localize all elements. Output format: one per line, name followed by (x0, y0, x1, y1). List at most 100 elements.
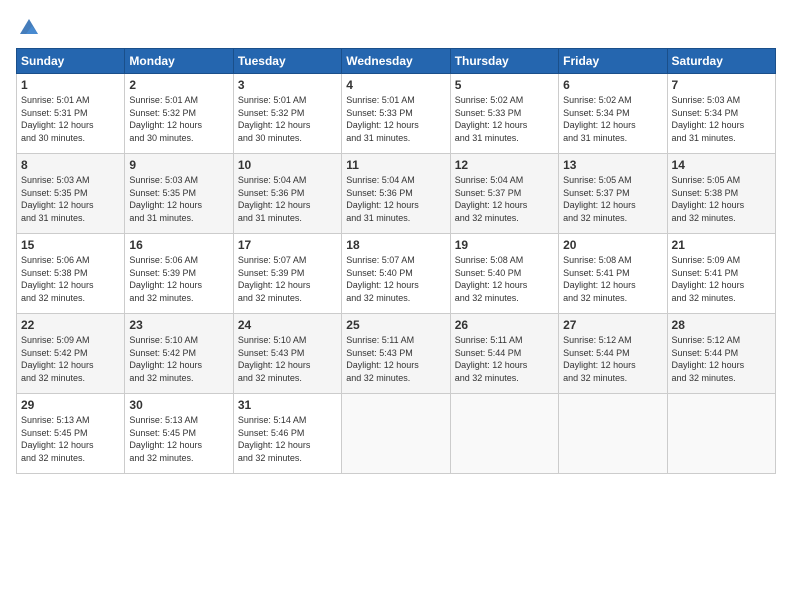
calendar-cell (342, 394, 450, 474)
day-number: 22 (21, 318, 120, 332)
day-number: 14 (672, 158, 771, 172)
day-info: Sunrise: 5:12 AM Sunset: 5:44 PM Dayligh… (563, 334, 662, 384)
day-info: Sunrise: 5:10 AM Sunset: 5:42 PM Dayligh… (129, 334, 228, 384)
day-number: 18 (346, 238, 445, 252)
calendar-cell: 1 Sunrise: 5:01 AM Sunset: 5:31 PM Daylig… (17, 74, 125, 154)
day-number: 3 (238, 78, 337, 92)
header-friday: Friday (559, 49, 667, 74)
day-info: Sunrise: 5:11 AM Sunset: 5:44 PM Dayligh… (455, 334, 554, 384)
day-number: 30 (129, 398, 228, 412)
calendar-cell: 22 Sunrise: 5:09 AM Sunset: 5:42 PM Dayli… (17, 314, 125, 394)
day-info: Sunrise: 5:13 AM Sunset: 5:45 PM Dayligh… (21, 414, 120, 464)
day-number: 15 (21, 238, 120, 252)
header-monday: Monday (125, 49, 233, 74)
day-info: Sunrise: 5:11 AM Sunset: 5:43 PM Dayligh… (346, 334, 445, 384)
header-wednesday: Wednesday (342, 49, 450, 74)
day-number: 2 (129, 78, 228, 92)
day-info: Sunrise: 5:13 AM Sunset: 5:45 PM Dayligh… (129, 414, 228, 464)
calendar-cell: 6 Sunrise: 5:02 AM Sunset: 5:34 PM Daylig… (559, 74, 667, 154)
day-number: 11 (346, 158, 445, 172)
calendar-cell: 17 Sunrise: 5:07 AM Sunset: 5:39 PM Dayli… (233, 234, 341, 314)
calendar-cell: 15 Sunrise: 5:06 AM Sunset: 5:38 PM Dayli… (17, 234, 125, 314)
calendar-cell: 5Sunrise: 5:02 AM Sunset: 5:33 PM Daylig… (450, 74, 558, 154)
day-number: 19 (455, 238, 554, 252)
day-info: Sunrise: 5:02 AM Sunset: 5:34 PM Dayligh… (563, 94, 662, 144)
calendar-cell: 3Sunrise: 5:01 AM Sunset: 5:32 PM Daylig… (233, 74, 341, 154)
calendar-cell: 16Sunrise: 5:06 AM Sunset: 5:39 PM Dayli… (125, 234, 233, 314)
day-number: 4 (346, 78, 445, 92)
day-info: Sunrise: 5:09 AM Sunset: 5:41 PM Dayligh… (672, 254, 771, 304)
day-info: Sunrise: 5:02 AM Sunset: 5:33 PM Dayligh… (455, 94, 554, 144)
calendar-cell: 20Sunrise: 5:08 AM Sunset: 5:41 PM Dayli… (559, 234, 667, 314)
calendar-cell: 21 Sunrise: 5:09 AM Sunset: 5:41 PM Dayli… (667, 234, 775, 314)
calendar-cell: 7 Sunrise: 5:03 AM Sunset: 5:34 PM Daylig… (667, 74, 775, 154)
page-container: SundayMondayTuesdayWednesdayThursdayFrid… (0, 0, 792, 484)
day-info: Sunrise: 5:05 AM Sunset: 5:37 PM Dayligh… (563, 174, 662, 224)
calendar-cell: 14 Sunrise: 5:05 AM Sunset: 5:38 PM Dayli… (667, 154, 775, 234)
day-number: 17 (238, 238, 337, 252)
calendar-week-4: 22 Sunrise: 5:09 AM Sunset: 5:42 PM Dayli… (17, 314, 776, 394)
header-tuesday: Tuesday (233, 49, 341, 74)
day-number: 7 (672, 78, 771, 92)
calendar-week-2: 8Sunrise: 5:03 AM Sunset: 5:35 PM Daylig… (17, 154, 776, 234)
day-info: Sunrise: 5:06 AM Sunset: 5:38 PM Dayligh… (21, 254, 120, 304)
calendar-cell: 8Sunrise: 5:03 AM Sunset: 5:35 PM Daylig… (17, 154, 125, 234)
calendar-cell: 30 Sunrise: 5:13 AM Sunset: 5:45 PM Dayli… (125, 394, 233, 474)
day-info: Sunrise: 5:01 AM Sunset: 5:33 PM Dayligh… (346, 94, 445, 144)
day-number: 13 (563, 158, 662, 172)
calendar-cell: 12 Sunrise: 5:04 AM Sunset: 5:37 PM Dayli… (450, 154, 558, 234)
calendar-week-1: 1 Sunrise: 5:01 AM Sunset: 5:31 PM Daylig… (17, 74, 776, 154)
day-number: 29 (21, 398, 120, 412)
day-info: Sunrise: 5:03 AM Sunset: 5:34 PM Dayligh… (672, 94, 771, 144)
calendar-cell: 28 Sunrise: 5:12 AM Sunset: 5:44 PM Dayli… (667, 314, 775, 394)
day-number: 12 (455, 158, 554, 172)
day-number: 26 (455, 318, 554, 332)
calendar-cell: 24Sunrise: 5:10 AM Sunset: 5:43 PM Dayli… (233, 314, 341, 394)
day-info: Sunrise: 5:08 AM Sunset: 5:40 PM Dayligh… (455, 254, 554, 304)
day-number: 1 (21, 78, 120, 92)
day-info: Sunrise: 5:03 AM Sunset: 5:35 PM Dayligh… (129, 174, 228, 224)
header (16, 16, 776, 38)
calendar-week-3: 15 Sunrise: 5:06 AM Sunset: 5:38 PM Dayli… (17, 234, 776, 314)
day-info: Sunrise: 5:03 AM Sunset: 5:35 PM Dayligh… (21, 174, 120, 224)
calendar-cell: 11 Sunrise: 5:04 AM Sunset: 5:36 PM Dayli… (342, 154, 450, 234)
day-number: 21 (672, 238, 771, 252)
day-info: Sunrise: 5:12 AM Sunset: 5:44 PM Dayligh… (672, 334, 771, 384)
header-row: SundayMondayTuesdayWednesdayThursdayFrid… (17, 49, 776, 74)
calendar-cell: 19 Sunrise: 5:08 AM Sunset: 5:40 PM Dayli… (450, 234, 558, 314)
day-info: Sunrise: 5:04 AM Sunset: 5:36 PM Dayligh… (346, 174, 445, 224)
calendar-cell: 9 Sunrise: 5:03 AM Sunset: 5:35 PM Daylig… (125, 154, 233, 234)
calendar-table: SundayMondayTuesdayWednesdayThursdayFrid… (16, 48, 776, 474)
header-sunday: Sunday (17, 49, 125, 74)
calendar-week-5: 29 Sunrise: 5:13 AM Sunset: 5:45 PM Dayli… (17, 394, 776, 474)
logo-icon (18, 16, 40, 38)
day-info: Sunrise: 5:07 AM Sunset: 5:40 PM Dayligh… (346, 254, 445, 304)
day-info: Sunrise: 5:01 AM Sunset: 5:32 PM Dayligh… (129, 94, 228, 144)
logo (16, 16, 40, 38)
day-info: Sunrise: 5:04 AM Sunset: 5:36 PM Dayligh… (238, 174, 337, 224)
calendar-cell: 23 Sunrise: 5:10 AM Sunset: 5:42 PM Dayli… (125, 314, 233, 394)
day-info: Sunrise: 5:09 AM Sunset: 5:42 PM Dayligh… (21, 334, 120, 384)
header-saturday: Saturday (667, 49, 775, 74)
calendar-cell (559, 394, 667, 474)
calendar-cell: 31Sunrise: 5:14 AM Sunset: 5:46 PM Dayli… (233, 394, 341, 474)
day-number: 28 (672, 318, 771, 332)
day-number: 23 (129, 318, 228, 332)
calendar-cell: 2 Sunrise: 5:01 AM Sunset: 5:32 PM Daylig… (125, 74, 233, 154)
day-info: Sunrise: 5:08 AM Sunset: 5:41 PM Dayligh… (563, 254, 662, 304)
day-number: 10 (238, 158, 337, 172)
calendar-cell: 25Sunrise: 5:11 AM Sunset: 5:43 PM Dayli… (342, 314, 450, 394)
calendar-cell: 26 Sunrise: 5:11 AM Sunset: 5:44 PM Dayli… (450, 314, 558, 394)
day-info: Sunrise: 5:07 AM Sunset: 5:39 PM Dayligh… (238, 254, 337, 304)
day-number: 27 (563, 318, 662, 332)
day-number: 9 (129, 158, 228, 172)
day-info: Sunrise: 5:04 AM Sunset: 5:37 PM Dayligh… (455, 174, 554, 224)
calendar-cell: 10 Sunrise: 5:04 AM Sunset: 5:36 PM Dayli… (233, 154, 341, 234)
calendar-cell: 29 Sunrise: 5:13 AM Sunset: 5:45 PM Dayli… (17, 394, 125, 474)
day-info: Sunrise: 5:01 AM Sunset: 5:31 PM Dayligh… (21, 94, 120, 144)
day-number: 6 (563, 78, 662, 92)
day-info: Sunrise: 5:05 AM Sunset: 5:38 PM Dayligh… (672, 174, 771, 224)
day-number: 16 (129, 238, 228, 252)
day-number: 31 (238, 398, 337, 412)
calendar-cell: 18 Sunrise: 5:07 AM Sunset: 5:40 PM Dayli… (342, 234, 450, 314)
